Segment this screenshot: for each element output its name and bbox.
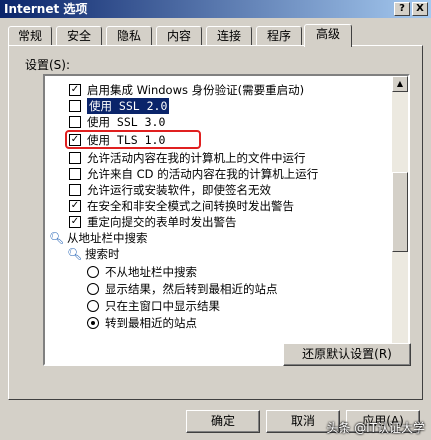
setting-label: 使用 SSL 2.0 <box>87 98 170 114</box>
radio-button[interactable] <box>87 266 99 278</box>
tab-connections[interactable]: 连接 <box>206 26 252 46</box>
restore-defaults-button[interactable]: 还原默认设置(R) <box>283 343 411 366</box>
checkbox[interactable]: ✓ <box>69 134 81 146</box>
radio-button[interactable] <box>87 283 99 295</box>
tab-security[interactable]: 安全 <box>56 26 102 46</box>
vertical-scrollbar[interactable]: ▲ ▼ <box>392 76 408 364</box>
checkbox[interactable]: ✓ <box>69 216 81 228</box>
tab-privacy[interactable]: 隐私 <box>106 26 152 46</box>
title-bar: Internet 选项 <box>0 0 431 18</box>
help-button[interactable]: ? <box>394 2 410 16</box>
setting-label: 不从地址栏中搜索 <box>105 265 197 279</box>
ok-button[interactable]: 确定 <box>186 410 260 433</box>
setting-label: 转到最相近的站点 <box>105 316 197 330</box>
setting-label: 在安全和非安全模式之间转换时发出警告 <box>87 199 294 213</box>
advanced-panel: 设置(S): ✓ 启用集成 Windows 身份验证(需要重启动) 使用 SSL… <box>8 45 423 400</box>
magnifier-icon: 🔍︎ <box>49 231 65 245</box>
setting-label: 允许来自 CD 的活动内容在我的计算机上运行 <box>87 167 319 181</box>
radio-button[interactable] <box>87 317 99 329</box>
tab-advanced[interactable]: 高级 <box>304 24 352 47</box>
tab-general[interactable]: 常规 <box>8 26 52 46</box>
checkbox[interactable]: ✓ <box>69 84 81 96</box>
setting-label: 使用 SSL 3.0 <box>87 115 166 129</box>
checkbox[interactable] <box>69 116 81 128</box>
window-title: Internet 选项 <box>4 2 88 16</box>
setting-label: 只在主窗口中显示结果 <box>105 299 220 313</box>
group-label: 搜索时 <box>85 247 120 261</box>
settings-label: 设置(S): <box>25 58 71 72</box>
checkbox[interactable] <box>69 168 81 180</box>
setting-label: 显示结果，然后转到最相近的站点 <box>105 282 278 296</box>
checkbox[interactable] <box>69 184 81 196</box>
setting-label: 允许活动内容在我的计算机上的文件中运行 <box>87 151 306 165</box>
radio-button[interactable] <box>87 300 99 312</box>
magnifier-icon: 🔍︎ <box>67 247 83 261</box>
tab-content[interactable]: 内容 <box>156 26 202 46</box>
scroll-up-button[interactable]: ▲ <box>392 76 408 92</box>
checkbox[interactable]: ✓ <box>69 200 81 212</box>
checkbox[interactable] <box>69 100 81 112</box>
close-button[interactable]: X <box>412 2 428 16</box>
scroll-thumb[interactable] <box>392 172 408 252</box>
setting-label: 允许运行或安装软件，即使签名无效 <box>87 183 271 197</box>
checkbox[interactable] <box>69 152 81 164</box>
setting-label: 使用 TLS 1.0 <box>87 133 166 147</box>
tab-programs[interactable]: 程序 <box>256 26 302 46</box>
group-label: 从地址栏中搜索 <box>67 231 148 245</box>
setting-label: 启用集成 Windows 身份验证(需要重启动) <box>87 83 305 97</box>
watermark: 头条 @IT认证大学 <box>326 421 425 435</box>
setting-label: 重定向提交的表单时发出警告 <box>87 215 237 229</box>
settings-list[interactable]: ✓ 启用集成 Windows 身份验证(需要重启动) 使用 SSL 2.0 使用… <box>43 74 410 366</box>
